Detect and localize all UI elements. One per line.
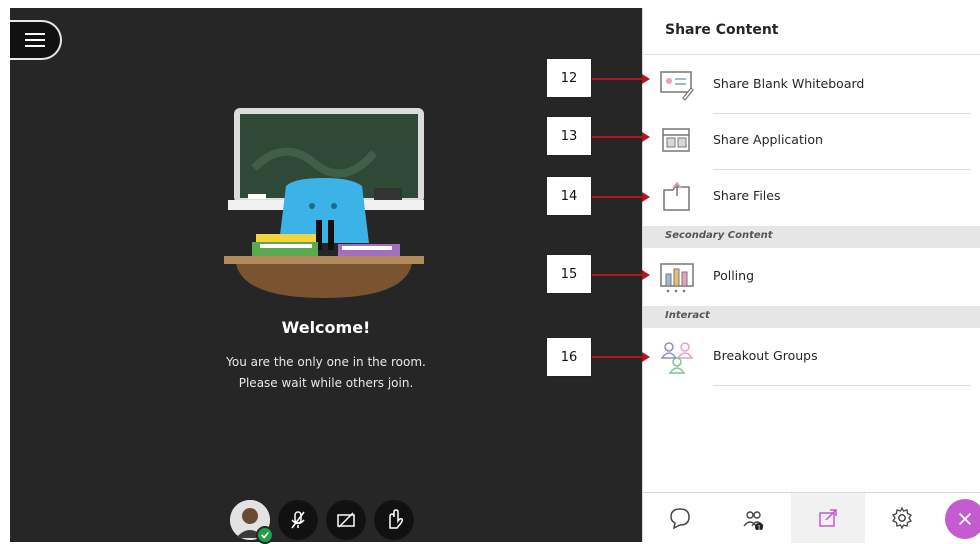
polling-icon bbox=[660, 263, 694, 293]
callout-arrow bbox=[592, 74, 650, 84]
panel-bottom-toolbar: 1 bbox=[643, 492, 980, 543]
attendees-icon: 1 bbox=[743, 511, 764, 530]
breakout-groups-icon bbox=[660, 342, 694, 374]
files-icon bbox=[663, 181, 690, 211]
breakout-groups-item[interactable]: Breakout Groups bbox=[643, 330, 980, 386]
media-controls bbox=[230, 498, 414, 544]
share-application-item[interactable]: Share Application bbox=[643, 114, 980, 170]
settings-tab[interactable] bbox=[865, 493, 939, 543]
status-check-icon bbox=[256, 526, 274, 544]
callout-16: 16 bbox=[546, 337, 592, 377]
callout-14: 14 bbox=[546, 176, 592, 216]
camera-off-icon bbox=[337, 512, 355, 528]
callout-arrow bbox=[592, 132, 650, 142]
share-blank-whiteboard-label: Share Blank Whiteboard bbox=[713, 76, 865, 91]
callout-15: 15 bbox=[546, 254, 592, 294]
interact-header: Interact bbox=[643, 306, 980, 328]
raise-hand-icon bbox=[389, 509, 404, 529]
hamburger-icon bbox=[25, 33, 45, 47]
gear-icon bbox=[892, 506, 912, 530]
breakout-groups-label: Breakout Groups bbox=[713, 348, 818, 363]
application-icon bbox=[662, 128, 690, 152]
callout-arrow bbox=[592, 192, 650, 202]
callout-arrow bbox=[592, 352, 650, 362]
attendees-tab[interactable]: 1 bbox=[717, 493, 791, 543]
welcome-heading: Welcome! bbox=[281, 318, 371, 337]
secondary-content-heading: Secondary Content bbox=[665, 230, 773, 241]
close-panel-button[interactable] bbox=[945, 499, 980, 539]
interact-heading: Interact bbox=[665, 310, 710, 321]
chat-tab[interactable] bbox=[643, 493, 717, 543]
attendees-count-badge: 1 bbox=[757, 524, 761, 530]
chat-icon bbox=[670, 508, 690, 530]
share-files-label: Share Files bbox=[713, 188, 781, 203]
microphone-off-icon bbox=[291, 511, 305, 529]
my-avatar-button[interactable] bbox=[230, 500, 274, 544]
share-content-icon bbox=[819, 509, 837, 527]
session-menu-button[interactable] bbox=[10, 20, 62, 60]
whiteboard-icon bbox=[660, 71, 694, 101]
polling-label: Polling bbox=[713, 268, 755, 283]
polling-item[interactable]: Polling bbox=[643, 250, 980, 306]
callout-arrow bbox=[592, 270, 650, 280]
classroom-illustration bbox=[224, 108, 424, 298]
camera-toggle-button[interactable] bbox=[326, 500, 366, 540]
share-blank-whiteboard-item[interactable]: Share Blank Whiteboard bbox=[643, 58, 980, 114]
close-icon bbox=[958, 512, 972, 526]
secondary-content-header: Secondary Content bbox=[643, 226, 980, 248]
callout-13: 13 bbox=[546, 116, 592, 156]
share-application-label: Share Application bbox=[713, 132, 823, 147]
share-content-tab[interactable] bbox=[791, 493, 865, 543]
callout-12: 12 bbox=[546, 58, 592, 98]
panel-header-divider bbox=[643, 54, 980, 55]
raise-hand-button[interactable] bbox=[374, 500, 414, 540]
row-divider bbox=[713, 385, 971, 386]
microphone-toggle-button[interactable] bbox=[278, 500, 318, 540]
share-files-item[interactable]: Share Files bbox=[643, 170, 980, 226]
panel-title: Share Content bbox=[665, 22, 779, 38]
share-content-panel: Share Content Share Blank Whiteboard Sha… bbox=[642, 8, 980, 543]
collaborate-window: Welcome! You are the only one in the roo… bbox=[0, 0, 980, 544]
